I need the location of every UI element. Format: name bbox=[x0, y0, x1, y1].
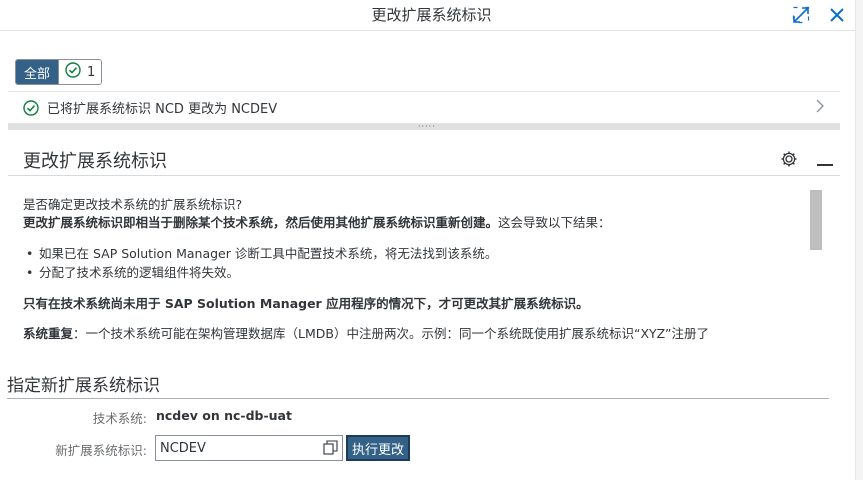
dialog-titlebar: 更改扩展系统标识 bbox=[0, 0, 863, 30]
question-text: 是否确定更改技术系统的扩展系统标识? bbox=[23, 197, 243, 212]
section-divider bbox=[8, 175, 840, 176]
window-edge bbox=[855, 0, 863, 480]
form-divider bbox=[7, 398, 829, 399]
success-count: 1 bbox=[87, 64, 96, 80]
confirmation-text: 是否确定更改技术系统的扩展系统标识? 更改扩展系统标识即相当于删除某个技术系统，… bbox=[23, 196, 803, 361]
filter-all-button[interactable]: 全部 bbox=[16, 60, 59, 84]
duplicate-text: 系统重复：一个技术系统可能在架构管理数据库（LMDB）中注册两次。示例：同一个系… bbox=[23, 325, 803, 343]
change-ext-sid-dialog: 更改扩展系统标识 全部 1 已将扩展系统标识 NCD 更改为 NCDEV ···… bbox=[0, 0, 863, 480]
list-item: 分配了技术系统的逻辑组件将失效。 bbox=[23, 263, 803, 282]
list-item: 如果已在 SAP Solution Manager 诊断工具中配置技术系统，将无… bbox=[23, 244, 803, 263]
check-circle-icon bbox=[23, 99, 39, 116]
restriction-text: 只有在技术系统尚未用于 SAP Solution Manager 应用程序的情况… bbox=[23, 296, 589, 311]
expand-icon[interactable] bbox=[790, 4, 812, 26]
consequence-list: 如果已在 SAP Solution Manager 诊断工具中配置技术系统，将无… bbox=[23, 244, 803, 282]
tech-system-label: 技术系统: bbox=[92, 411, 147, 426]
close-icon[interactable] bbox=[826, 4, 848, 26]
form-title: 指定新扩展系统标识 bbox=[7, 376, 160, 396]
duplicate-bold: 系统重复 bbox=[23, 326, 74, 341]
consequence-text: 更改扩展系统标识即相当于删除某个技术系统，然后使用其他扩展系统标识重新创建。这会… bbox=[23, 214, 803, 232]
tech-system-value: ncdev on nc-db-uat bbox=[156, 408, 292, 423]
message-row[interactable]: 已将扩展系统标识 NCD 更改为 NCDEV bbox=[8, 91, 840, 124]
duplicate-rest: ：一个技术系统可能在架构管理数据库（LMDB）中注册两次。示例：同一个系统既使用… bbox=[73, 326, 709, 341]
new-ext-sid-field[interactable] bbox=[155, 435, 343, 461]
pane-splitter[interactable]: ····· bbox=[8, 122, 840, 131]
gear-icon[interactable] bbox=[780, 150, 798, 172]
new-ext-sid-input[interactable] bbox=[156, 437, 316, 459]
copy-icon[interactable] bbox=[323, 440, 338, 459]
minimize-icon[interactable] bbox=[815, 150, 835, 166]
grip-icon: ····· bbox=[418, 122, 436, 131]
chevron-right-icon bbox=[816, 99, 824, 117]
filter-success-button[interactable]: 1 bbox=[58, 60, 102, 84]
new-ext-sid-label: 新扩展系统标识: bbox=[55, 443, 147, 458]
consequence-bold: 更改扩展系统标识即相当于删除某个技术系统，然后使用其他扩展系统标识重新创建。 bbox=[23, 215, 499, 230]
message-filter: 全部 1 bbox=[15, 59, 103, 85]
message-text: 已将扩展系统标识 NCD 更改为 NCDEV bbox=[47, 102, 278, 117]
dialog-title: 更改扩展系统标识 bbox=[371, 6, 492, 24]
consequence-rest: 这会导致以下结果： bbox=[498, 215, 611, 230]
execute-change-button[interactable]: 执行更改 bbox=[346, 435, 411, 461]
section-title: 更改扩展系统标识 bbox=[23, 151, 167, 172]
vertical-scrollbar[interactable] bbox=[810, 190, 822, 250]
titlebar-divider bbox=[0, 30, 863, 31]
check-circle-icon bbox=[65, 62, 81, 82]
